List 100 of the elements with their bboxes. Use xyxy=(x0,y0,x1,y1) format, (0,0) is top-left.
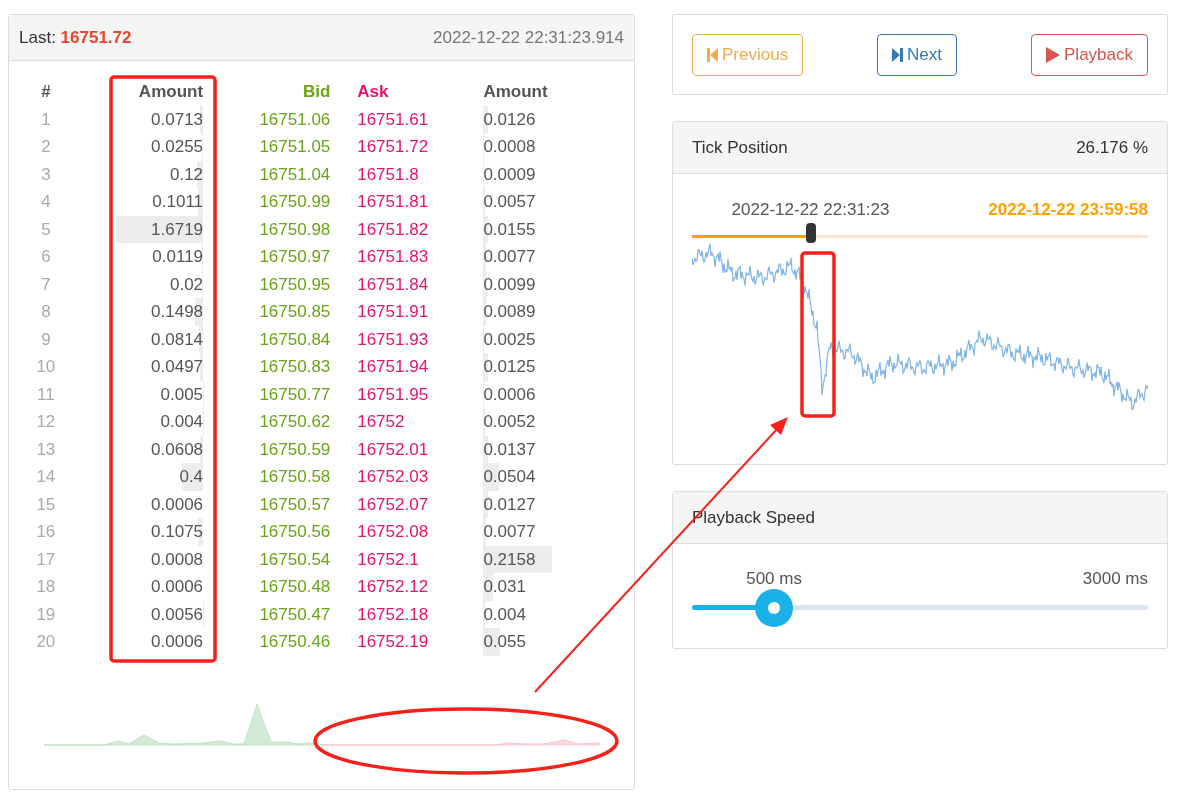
ask-price: 16751.8 xyxy=(357,164,419,184)
amount-cell-text: 0.0127 xyxy=(483,493,536,516)
bid-price: 16750.85 xyxy=(259,302,331,321)
row-number: 1 xyxy=(41,109,51,129)
amount-cell-text: 0.0077 xyxy=(483,246,536,268)
playback-speed-title: Playback Speed xyxy=(692,506,815,529)
row-number: 2 xyxy=(41,137,51,156)
row-number: 6 xyxy=(41,247,51,266)
amount-cell-text: 0.031 xyxy=(483,576,526,598)
slider-handle[interactable] xyxy=(755,589,794,627)
ask-price: 16752.07 xyxy=(357,494,429,514)
row-number: 9 xyxy=(41,329,51,349)
ask-price: 16751.82 xyxy=(357,219,429,239)
tick-position-title: Tick Position xyxy=(692,136,788,159)
amount-cell-text: 0.0006 xyxy=(151,631,204,653)
bid-price: 16750.46 xyxy=(259,632,331,651)
ask-price: 16751.93 xyxy=(357,329,429,349)
amount-cell-text: 0.0497 xyxy=(151,356,204,378)
row-number: 3 xyxy=(41,164,51,184)
last-label: Last: xyxy=(19,27,56,47)
bid-price: 16750.56 xyxy=(259,522,331,541)
ask-price: 16751.91 xyxy=(357,302,429,321)
bid-price: 16751.05 xyxy=(259,137,331,156)
row-number: 5 xyxy=(41,219,51,239)
bid-price: 16751.04 xyxy=(259,164,331,184)
amount-cell-text: 0.0006 xyxy=(151,493,204,516)
row-number: 11 xyxy=(37,384,55,404)
amount-cell-text: 0.1011 xyxy=(152,191,204,213)
amount-cell-text: 0.0255 xyxy=(151,136,204,158)
play-icon xyxy=(1046,47,1060,63)
row-number: 12 xyxy=(36,412,56,431)
ask-price: 16752.08 xyxy=(357,522,429,541)
ask-price: 16751.83 xyxy=(357,247,429,266)
next-button[interactable]: Next xyxy=(877,34,958,76)
amount-cell-text: 0.0155 xyxy=(483,218,536,241)
bid-price: 16750.54 xyxy=(259,549,331,569)
ask-price: 16751.81 xyxy=(357,192,429,211)
speed-slider-track[interactable] xyxy=(692,605,1148,610)
bid-price: 16750.84 xyxy=(259,329,331,349)
column-header: Amount xyxy=(138,82,204,101)
current-speed: 500 ms xyxy=(746,568,802,590)
amount-cell-text: 0.0006 xyxy=(151,576,204,598)
bid-price: 16750.57 xyxy=(259,494,331,514)
skip-back-icon xyxy=(707,47,718,63)
timestamp: 2022-12-22 22:31:23.914 xyxy=(433,26,624,49)
bid-price: 16750.83 xyxy=(259,357,331,376)
row-number: 16 xyxy=(36,522,56,541)
amount-cell-text: 0.1075 xyxy=(151,521,204,543)
ask-price: 16751.94 xyxy=(357,357,429,376)
bid-price: 16750.98 xyxy=(259,219,331,239)
amount-cell-text: 1.6719 xyxy=(151,218,204,241)
ask-price: 16752.1 xyxy=(357,549,419,569)
amount-cell-text: 0.055 xyxy=(483,631,526,653)
bid-price: 16750.58 xyxy=(259,467,331,486)
amount-cell-text: 0.0006 xyxy=(483,383,536,406)
row-number: 7 xyxy=(41,274,51,294)
amount-cell-text: 0.2158 xyxy=(483,548,536,571)
amount-cell-text: 0.0126 xyxy=(483,108,536,131)
ask-price: 16752.18 xyxy=(357,604,429,624)
row-number: 4 xyxy=(41,192,51,211)
current-time: 2022-12-22 22:31:23 xyxy=(731,199,890,221)
ask-price: 16751.95 xyxy=(357,384,429,404)
ask-price: 16752.03 xyxy=(357,467,429,486)
row-number: 14 xyxy=(36,467,56,486)
tick-percent: 26.176 % xyxy=(1076,136,1148,159)
amount-cell-text: 0.005 xyxy=(160,383,204,406)
row-number: 15 xyxy=(36,494,56,514)
amount-cell-text: 0.0608 xyxy=(151,438,204,461)
tick-slider-track[interactable] xyxy=(692,235,1148,238)
ask-price: 16752.12 xyxy=(357,577,429,596)
amount-cell-text: 0.0504 xyxy=(483,466,536,488)
row-number: 19 xyxy=(36,604,56,624)
amount-cell-text: 0.0713 xyxy=(151,108,204,131)
amount-cell-text: 0.12 xyxy=(170,163,204,186)
playback-button[interactable]: Playback xyxy=(1031,34,1148,76)
row-number: 13 xyxy=(36,439,56,459)
amount-cell-text: 0.0056 xyxy=(151,603,204,626)
amount-cell-text: 0.0077 xyxy=(483,521,536,543)
column-header: Bid xyxy=(302,82,331,101)
ask-price: 16752 xyxy=(357,412,405,431)
bid-price: 16750.48 xyxy=(259,577,331,596)
amount-cell-text: 0.0814 xyxy=(151,328,204,351)
bid-price: 16750.77 xyxy=(259,384,331,404)
bid-price: 16750.95 xyxy=(259,274,331,294)
amount-cell-text: 0.0099 xyxy=(483,273,536,296)
amount-cell-text: 0.0009 xyxy=(483,163,536,186)
bid-price: 16750.97 xyxy=(259,247,331,266)
row-number: 8 xyxy=(41,302,51,321)
bid-price: 16750.99 xyxy=(259,192,331,211)
ask-price: 16751.72 xyxy=(357,137,429,156)
column-header: # xyxy=(41,82,51,101)
column-header: Ask xyxy=(357,82,389,101)
ask-price: 16751.61 xyxy=(357,109,429,129)
amount-cell-text: 0.1498 xyxy=(151,301,204,323)
bid-price: 16751.06 xyxy=(259,109,331,129)
slider-handle[interactable] xyxy=(805,223,816,243)
ask-price: 16751.84 xyxy=(357,274,429,294)
end-time: 2022-12-22 23:59:58 xyxy=(988,199,1148,221)
last-price: 16751.72 xyxy=(60,27,132,47)
row-number: 10 xyxy=(36,357,56,376)
